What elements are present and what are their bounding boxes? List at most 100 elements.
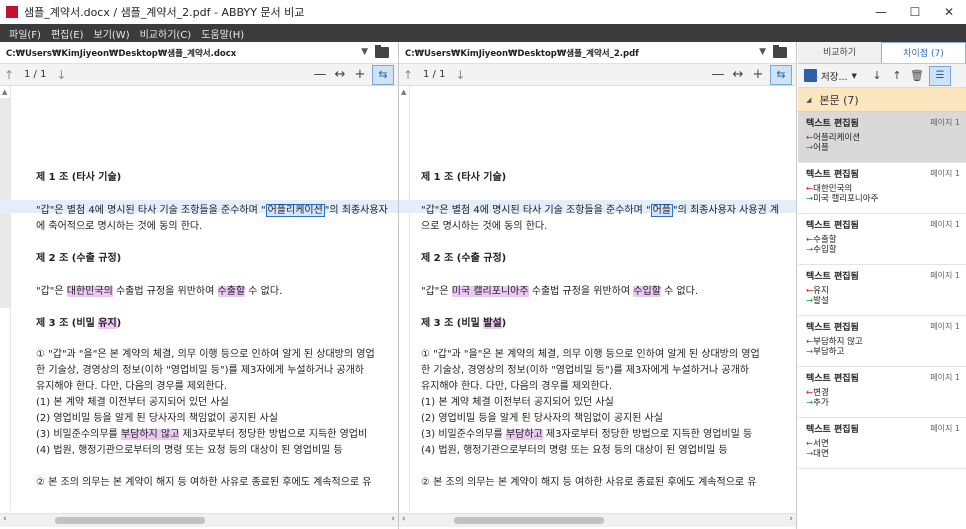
save-word-icon[interactable] [804,69,817,82]
app-logo-icon [6,6,18,18]
path-dropdown-icon[interactable]: ▼ [361,47,368,57]
changed-text[interactable]: 수출할 [217,286,246,297]
text-run: ) [501,318,507,329]
text-run: "갑"은 별첨 4에 명시된 타사 기술 조항들을 준수하며 " [421,205,651,216]
article-heading: 제 1 조 (타사 기술) [36,172,122,183]
close-icon: ✕ [943,5,955,19]
delete-icon[interactable]: 🗑 [907,69,927,82]
save-dropdown-icon[interactable]: ▼ [852,72,857,80]
path-dropdown-icon[interactable]: ▼ [759,47,766,57]
fit-width-icon[interactable]: ↔ [330,65,350,85]
document-line: (3) 비밀준수의무를 부담하고 제3자로부터 정당한 방법으로 지득한 영업비… [421,425,752,440]
difference-item[interactable]: 텍스트 편집됨 페이지 1 ←수출할 →수입할 [798,214,966,265]
next-difference-icon[interactable]: ↓ [867,69,887,82]
scroll-up-icon[interactable]: ▲ [2,88,7,96]
tab-differences[interactable]: 차이점 (7) [881,42,966,63]
article-heading: 제 2 조 (수출 규정) [421,253,507,264]
new-text-value: 수입할 [813,245,837,255]
sync-scroll-icon[interactable]: ⇆ [372,65,394,85]
scroll-left-icon[interactable]: ‹ [402,514,406,524]
folder-open-icon[interactable] [773,45,787,58]
menu-compare[interactable]: 비교하기(C) [135,26,197,41]
minimize-button[interactable]: — [864,0,898,24]
app-window: 샘플_계약서.docx / 샘플_계약서_2.pdf - ABBYY 문서 비교… [0,0,966,529]
document-line: (3) 비밀준수의무를 부담하지 않고 제3자로부터 정당한 방법으로 지득한 … [36,425,367,440]
menu-help[interactable]: 도움말(H) [196,26,249,41]
selected-change[interactable]: 어플리케이션 [265,204,325,217]
document-line: (1) 본 계약 체결 이전부터 공지되어 있던 사실 [36,397,229,408]
list-view-icon[interactable]: ☰ [928,65,951,86]
selected-change[interactable]: 어플 [650,204,673,217]
changed-text[interactable]: 발설 [483,318,502,329]
menu-edit[interactable]: 편집(E) [46,26,89,41]
difference-type: 텍스트 편집됨 [806,374,859,384]
new-text: →대면 [806,447,829,459]
sync-scroll-icon[interactable]: ⇆ [770,65,792,85]
panel-tabs: 비교하기 차이점 (7) [798,42,966,64]
difference-item[interactable]: 텍스트 편집됨 페이지 1 ←유지 →발설 [798,265,966,316]
changed-text[interactable]: 미국 캘리포니아주 [451,286,529,297]
changed-text[interactable]: 부담하지 않고 [120,429,180,440]
scroll-right-icon[interactable]: › [391,514,395,524]
changed-text[interactable]: 부담하고 [505,429,543,440]
save-button[interactable]: 저장... [821,69,848,83]
left-horizontal-scrollbar[interactable]: ‹ › [0,513,398,527]
difference-item[interactable]: 텍스트 편집됨 페이지 1 ←대한민국의 →미국 캘리포니아주 [798,163,966,214]
document-line: (1) 본 계약 체결 이전부터 공지되어 있던 사실 [421,397,614,408]
right-horizontal-scrollbar[interactable]: ‹ › [399,513,796,527]
difference-item[interactable]: 텍스트 편집됨 페이지 1 ←부담하지 않고 →부담하고 [798,316,966,367]
changed-text[interactable]: 유지 [98,318,117,329]
collapse-icon[interactable]: ◢ [806,96,811,104]
differences-panel: 비교하기 차이점 (7) 저장... ▼ ↓ ↑ 🗑 ☰ ◢ 본문 (7) 텍스… [798,42,966,529]
changed-text[interactable]: 대한민국의 [66,286,113,297]
scroll-left-icon[interactable]: ‹ [3,514,7,524]
right-document-view[interactable]: ▲ 제 1 조 (타사 기술) "갑"은 별첨 4에 명시된 타사 기술 조항들을… [399,86,796,511]
page-up-icon[interactable]: ↑ [399,68,417,82]
window-controls: — ☐ ✕ [864,0,966,24]
difference-item[interactable]: 텍스트 편집됨 페이지 1 ←변경 →추가 [798,367,966,418]
minimize-icon: — [875,5,887,19]
new-text: →수입할 [806,243,837,255]
fit-width-icon[interactable]: ↔ [728,65,748,85]
page-down-icon[interactable]: ↓ [451,68,469,82]
zoom-in-icon[interactable]: + [748,65,768,85]
difference-item[interactable]: 텍스트 편집됨 페이지 1 ←서면 →대면 [798,418,966,469]
left-file-path[interactable]: C:₩Users₩KimJiyeon₩Desktop₩샘플_계약서.docx [6,47,336,59]
scroll-up-icon[interactable]: ▲ [401,88,406,96]
document-line: 유지해야 한다. 다만, 다음의 경우를 제외한다. [421,381,613,392]
difference-page: 페이지 1 [930,373,960,382]
right-page-indicator: 1 / 1 [423,69,446,80]
text-run: ) [116,318,122,329]
body-section-header[interactable]: ◢ 본문 (7) [798,88,966,112]
scroll-right-icon[interactable]: › [789,514,793,524]
text-run: "갑"은 별첨 4에 명시된 타사 기술 조항들을 준수하며 " [36,205,266,216]
menu-view[interactable]: 보기(W) [89,26,135,41]
new-text: →추가 [806,396,829,408]
new-text: →부담하고 [806,345,844,357]
folder-open-icon[interactable] [375,45,389,58]
zoom-out-icon[interactable]: — [310,65,330,85]
zoom-in-icon[interactable]: + [350,65,370,85]
close-button[interactable]: ✕ [932,0,966,24]
scroll-thumb[interactable] [55,517,205,524]
maximize-button[interactable]: ☐ [898,0,932,24]
difference-item[interactable]: 텍스트 편집됨 페이지 1 ←어플리케이션 →어플 [798,112,966,163]
scroll-thumb[interactable] [454,517,604,524]
right-file-path[interactable]: C:₩Users₩KimJiyeon₩Desktop₩샘플_계약서_2.pdf [405,47,735,59]
zoom-out-icon[interactable]: — [708,65,728,85]
new-text-value: 추가 [813,398,829,408]
document-line: (2) 영업비밀 등을 알게 된 당사자의 책임없이 공지된 사실 [36,413,278,424]
left-document-view[interactable]: ▲ 제 1 조 (타사 기술) "갑"은 별첨 4에 명시된 타사 기술 조항들을… [0,86,398,511]
text-run: "갑"은 [36,286,67,297]
document-line: 에 축어적으로 명시하는 것에 동의 한다. [36,221,203,232]
page-edge [10,86,11,511]
tab-compare[interactable]: 비교하기 [798,42,881,63]
window-title: 샘플_계약서.docx / 샘플_계약서_2.pdf - ABBYY 문서 비교 [24,6,305,19]
page-up-icon[interactable]: ↑ [0,68,18,82]
menu-bar: 파일(F) 편집(E) 보기(W) 비교하기(C) 도움말(H) [0,24,966,42]
difference-page: 페이지 1 [930,118,960,127]
menu-file[interactable]: 파일(F) [4,26,46,41]
previous-difference-icon[interactable]: ↑ [887,69,907,82]
changed-text[interactable]: 수입할 [633,286,661,297]
page-down-icon[interactable]: ↓ [52,68,70,82]
